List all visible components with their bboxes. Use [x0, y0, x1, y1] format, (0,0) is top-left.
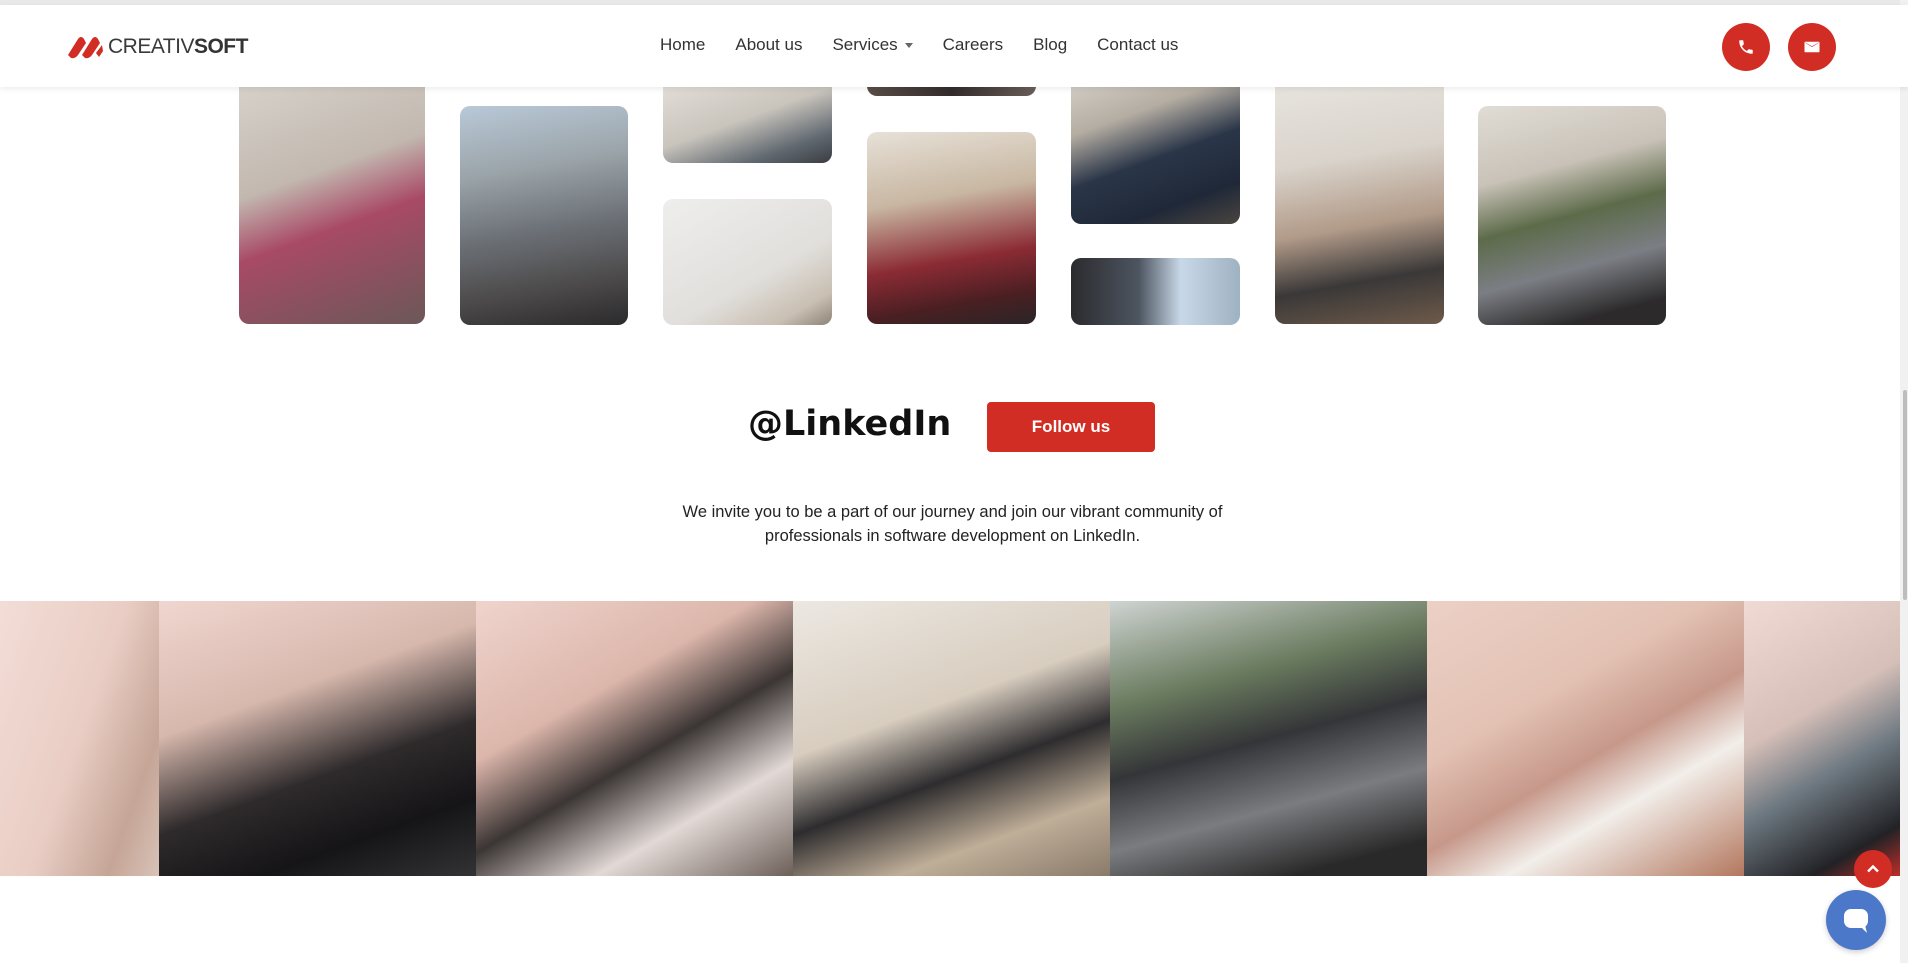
strip-photo [1110, 601, 1427, 876]
logo-mark-icon [66, 33, 104, 61]
mail-button[interactable] [1788, 23, 1836, 71]
nav-contact[interactable]: Contact us [1097, 35, 1178, 55]
nav-about[interactable]: About us [735, 35, 802, 55]
phone-icon [1739, 40, 1753, 54]
team-photo-strip [0, 601, 1908, 876]
strip-photo [476, 601, 793, 876]
team-photo [1071, 258, 1240, 325]
linkedin-intro-text: We invite you to be a part of our journe… [682, 503, 1223, 545]
strip-photo [0, 601, 159, 876]
follow-us-button[interactable]: Follow us [987, 402, 1155, 452]
phone-button[interactable] [1722, 23, 1770, 71]
site-header: CREATIVSOFT Home About us Services Caree… [0, 5, 1908, 87]
mail-icon [1804, 41, 1820, 53]
team-photo [239, 72, 425, 324]
chat-button[interactable] [1826, 890, 1886, 950]
team-photo [460, 106, 628, 325]
strip-photo [159, 601, 476, 876]
nav-careers[interactable]: Careers [943, 35, 1003, 55]
logo-text: CREATIVSOFT [108, 35, 248, 58]
scrollbar-thumb[interactable] [1903, 390, 1907, 600]
nav-services[interactable]: Services [832, 35, 913, 55]
nav-home[interactable]: Home [660, 35, 705, 55]
strip-photo [1427, 601, 1744, 876]
caret-down-icon [904, 42, 913, 48]
team-photo [1275, 72, 1444, 324]
strip-photo [793, 601, 1110, 876]
scroll-to-top-button[interactable] [1854, 850, 1892, 888]
team-photo [1478, 106, 1666, 325]
strip-photo [1744, 601, 1908, 876]
team-photo [867, 132, 1036, 324]
nav-blog[interactable]: Blog [1033, 35, 1067, 55]
linkedin-heading: @LinkedIn [748, 404, 952, 444]
chat-bubble-icon [1844, 909, 1868, 933]
main-nav: Home About us Services Careers Blog Cont… [660, 35, 1208, 55]
team-photo [1071, 72, 1240, 224]
team-photo [663, 199, 832, 325]
chevron-up-icon [1867, 864, 1879, 873]
logo[interactable]: CREATIVSOFT [66, 33, 248, 61]
